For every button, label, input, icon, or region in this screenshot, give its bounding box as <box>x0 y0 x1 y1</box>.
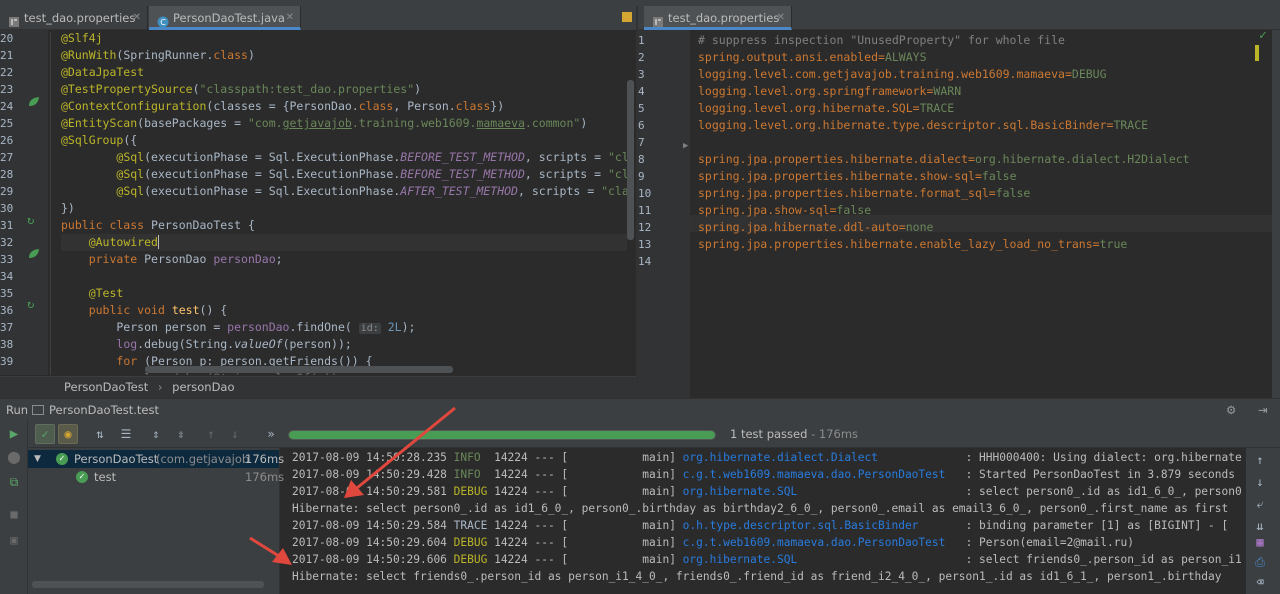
annotation-arrows <box>249 406 456 565</box>
